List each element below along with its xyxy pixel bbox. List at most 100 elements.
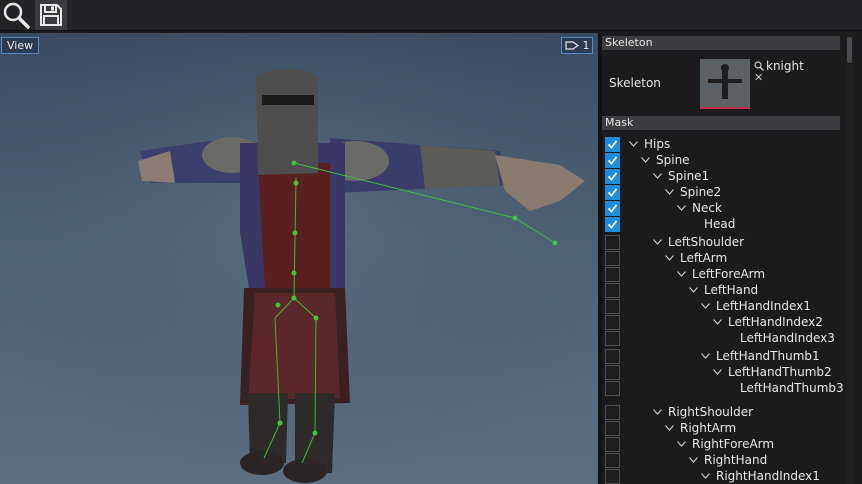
chevron-down-icon[interactable] [713,319,722,325]
mask-checkbox[interactable] [605,469,620,484]
mask-row: LeftForeArm [605,267,841,283]
mask-bone-label: Spine2 [680,185,722,199]
mask-row: LeftHandThumb3 [605,381,844,397]
mask-bone-label: Head [704,217,736,231]
mask-checkbox[interactable] [605,185,620,200]
mask-checkbox[interactable] [605,283,620,298]
mask-row: LeftHandIndex2 [605,315,841,331]
mask-checkbox[interactable] [605,153,620,168]
mask-bone-label: RightHand [704,453,768,467]
chevron-down-icon[interactable] [641,157,650,163]
mask-checkbox[interactable] [605,453,620,468]
panel-scrollbar[interactable] [846,33,854,484]
mask-row: LeftHandIndex1 [605,299,841,315]
check-icon [607,140,618,149]
mask-checkbox[interactable] [605,169,620,184]
mask-checkbox[interactable] [605,331,620,346]
mask-row: LeftHandThumb1 [605,349,841,365]
mask-checkbox[interactable] [605,299,620,314]
search-icon[interactable] [754,61,764,71]
chevron-down-icon[interactable] [665,255,674,261]
mask-checkbox[interactable] [605,315,620,330]
check-icon [607,220,618,229]
skeleton-label: Skeleton [609,76,661,90]
chevron-down-icon[interactable] [653,239,662,245]
check-icon [607,156,618,165]
camera-index: 1 [582,39,590,52]
check-icon [607,172,618,181]
mask-row: LeftShoulder [605,235,841,251]
save-button[interactable] [35,0,67,30]
chevron-down-icon[interactable] [713,369,722,375]
clear-icon[interactable]: ✕ [754,71,763,84]
mask-bone-label: Spine [656,153,690,167]
mask-checkbox[interactable] [605,137,620,152]
chevron-down-icon[interactable] [701,353,710,359]
skeleton-section-header[interactable]: Skeleton [602,36,840,50]
mask-row: RightHandIndex1 [605,469,841,484]
mask-bone-label: LeftHandThumb3 [740,381,844,395]
mask-row: LeftHandThumb2 [605,365,841,381]
knight-model [0,33,598,484]
mask-checkbox[interactable] [605,381,620,396]
chevron-down-icon[interactable] [665,425,674,431]
mask-checkbox[interactable] [605,405,620,420]
mask-checkbox[interactable] [605,267,620,282]
camera-button[interactable]: 1 [561,37,593,54]
search-button[interactable] [0,0,32,30]
mask-row: Neck [605,201,841,217]
mask-row: Hips [605,137,841,153]
mask-checkbox[interactable] [605,437,620,452]
chevron-down-icon[interactable] [701,473,710,479]
mask-row: LeftHandIndex3 [605,331,841,347]
camera-icon [564,41,579,50]
mask-bone-label: LeftHand [704,283,759,297]
search-icon [3,2,30,29]
mask-checkbox[interactable] [605,421,620,436]
mask-bone-label: LeftForeArm [692,267,766,281]
scene-viewport[interactable]: View 1 [0,33,598,484]
chevron-down-icon[interactable] [629,141,638,147]
mask-checkbox[interactable] [605,235,620,250]
mask-row: RightHand [605,453,841,469]
mask-checkbox[interactable] [605,201,620,216]
mask-bone-label: LeftHandThumb2 [728,365,832,379]
mask-checkbox[interactable] [605,365,620,380]
check-icon [607,188,618,197]
skeleton-thumbnail[interactable] [700,59,750,109]
mask-section-header[interactable]: Mask [602,116,840,130]
skeleton-asset-name: knight [766,59,804,73]
view-button[interactable]: View [1,37,40,54]
chevron-down-icon[interactable] [701,303,710,309]
mask-bone-label: Spine1 [668,169,710,183]
toolbar [0,0,862,31]
mask-bone-label: LeftHandIndex3 [740,331,835,345]
mask-row: Spine [605,153,841,169]
scrollbar-thumb[interactable] [847,37,852,63]
chevron-down-icon[interactable] [653,173,662,179]
mask-checkbox[interactable] [605,217,620,232]
chevron-down-icon[interactable] [677,271,686,277]
mask-bone-label: LeftHandIndex1 [716,299,811,313]
mask-checkbox[interactable] [605,251,620,266]
mask-bone-label: LeftHandThumb1 [716,349,820,363]
chevron-down-icon[interactable] [689,457,698,463]
chevron-down-icon[interactable] [653,409,662,415]
mask-row: Spine1 [605,169,841,185]
chevron-down-icon[interactable] [677,205,686,211]
chevron-down-icon[interactable] [665,189,674,195]
mask-row: Spine2 [605,185,841,201]
mask-bone-label: LeftHandIndex2 [728,315,823,329]
mask-bone-label: RightHandIndex1 [716,469,820,483]
mask-checkbox[interactable] [605,349,620,364]
chevron-down-icon[interactable] [689,287,698,293]
mask-bone-label: RightArm [680,421,737,435]
mask-bone-label: Neck [692,201,722,215]
save-icon [40,4,62,26]
mask-row: RightForeArm [605,437,841,453]
mask-row: LeftHand [605,283,841,299]
mask-bone-label: RightForeArm [692,437,775,451]
chevron-down-icon[interactable] [677,441,686,447]
mask-row: Head [605,217,841,233]
mask-row: RightArm [605,421,841,437]
